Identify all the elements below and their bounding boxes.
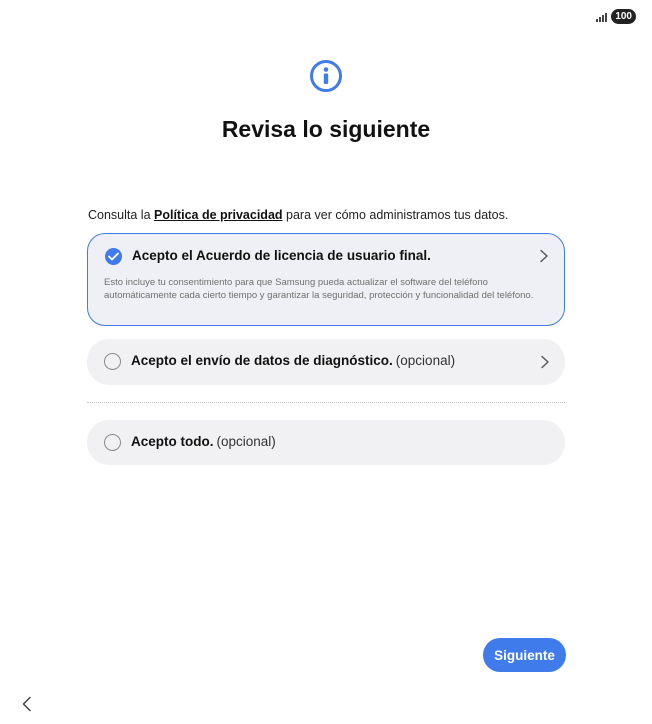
accept-all-option[interactable]: Acepto todo. (opcional) <box>87 420 565 465</box>
eula-option[interactable]: Acepto el Acuerdo de licencia de usuario… <box>87 233 565 326</box>
diagnostic-label: Acepto el envío de datos de diagnóstico.… <box>131 353 455 368</box>
diagnostic-optional-text: (opcional) <box>395 353 456 368</box>
accept-all-label: Acepto todo. (opcional) <box>131 434 276 449</box>
diagnostic-option[interactable]: Acepto el envío de datos de diagnóstico.… <box>87 339 565 385</box>
eula-checkbox[interactable] <box>105 248 122 265</box>
privacy-suffix: para ver cómo administramos tus datos. <box>282 208 509 222</box>
signal-bars-icon <box>596 12 608 22</box>
chevron-right-icon[interactable] <box>540 355 550 369</box>
accept-all-optional-text: (opcional) <box>216 434 276 449</box>
eula-description: Esto incluye tu consentimiento para que … <box>104 277 534 301</box>
next-button[interactable]: Siguiente <box>483 638 566 672</box>
privacy-prefix: Consulta la <box>88 208 155 222</box>
chevron-left-icon[interactable] <box>18 695 36 713</box>
battery-indicator: 100 <box>611 9 636 24</box>
diagnostic-checkbox[interactable] <box>104 353 121 370</box>
accept-all-checkbox[interactable] <box>104 434 121 451</box>
info-icon <box>310 60 342 92</box>
accept-all-label-text: Acepto todo. <box>131 434 214 449</box>
checkmark-icon <box>108 252 119 261</box>
divider <box>87 402 565 403</box>
privacy-notice: Consulta la Política de privacidad para … <box>88 208 508 222</box>
eula-label: Acepto el Acuerdo de licencia de usuario… <box>132 248 431 263</box>
page-title: Revisa lo siguiente <box>221 116 431 142</box>
chevron-right-icon[interactable] <box>539 249 549 263</box>
status-bar: 100 <box>596 9 636 24</box>
diagnostic-label-text: Acepto el envío de datos de diagnóstico. <box>131 353 393 368</box>
privacy-policy-link[interactable]: Política de privacidad <box>154 208 283 222</box>
